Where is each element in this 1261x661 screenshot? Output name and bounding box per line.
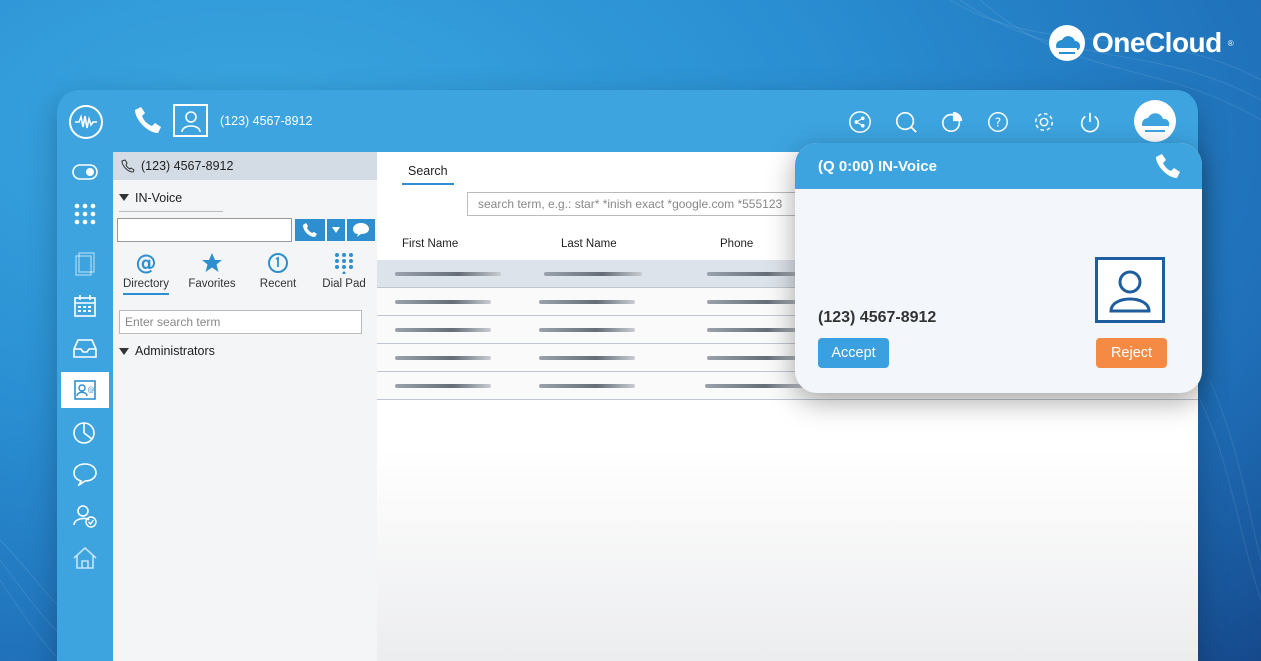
call-options-dropdown[interactable] [327,219,345,241]
chevron-down-icon [119,194,129,201]
document-icon[interactable] [61,246,109,282]
contacts-panel: (123) 4567-8912 IN-Voice @ Directory Fav… [113,152,377,661]
popup-header: (Q 0:00) IN-Voice [795,143,1202,189]
brand-logo: OneCloud ® [1048,24,1234,62]
reject-button[interactable]: Reject [1096,338,1167,368]
search-icon[interactable] [894,110,918,134]
onecloud-logo-icon [1049,25,1085,61]
column-first-name[interactable]: First Name [402,238,458,250]
star-icon [202,253,222,272]
incoming-call-popup: (Q 0:00) IN-Voice (123) 4567-8912 Accept… [795,143,1202,393]
column-last-name[interactable]: Last Name [561,238,617,250]
dialpad-icon [335,253,353,274]
panel-phone-row[interactable]: (123) 4567-8912 [113,152,377,180]
power-icon[interactable] [1078,110,1102,134]
column-phone[interactable]: Phone [720,238,753,250]
tab-search[interactable]: Search [402,162,454,185]
user-check-icon[interactable] [61,498,109,534]
caller-number: (123) 4567-8912 [818,309,937,326]
brand-trademark: ® [1227,38,1234,48]
inbox-icon[interactable] [61,330,109,366]
at-icon: @ [136,252,157,274]
caller-avatar-icon [1095,257,1165,323]
chart-icon[interactable] [61,414,109,450]
toggle-icon[interactable] [61,154,109,190]
message-button[interactable] [347,219,375,241]
help-icon[interactable]: ? [986,110,1010,134]
chevron-down-icon [332,227,340,233]
svg-text:@: @ [136,252,157,274]
user-avatar-icon[interactable] [173,104,208,137]
left-nav: @ [57,152,113,661]
dial-input[interactable] [117,218,292,242]
grid-icon[interactable] [61,196,109,232]
gear-icon[interactable] [1032,110,1056,134]
brand-name: OneCloud [1092,27,1222,58]
chevron-down-icon [119,347,129,355]
phone-icon [1156,154,1180,178]
group-administrators[interactable]: Administrators [119,344,215,358]
phone-icon[interactable] [132,104,164,136]
tab-dial-pad[interactable]: Dial Pad [311,250,377,298]
contacts-tabs: @ Directory Favorites Recent Dial Pad [113,250,377,298]
contacts-search-input[interactable]: Enter search term [119,310,362,334]
group-label: Administrators [135,344,215,358]
waveform-logo-icon[interactable] [69,105,103,139]
svg-text:@: @ [88,386,95,394]
svg-text:?: ? [995,116,1001,130]
calendar-icon[interactable] [61,288,109,324]
onecloud-logo-icon[interactable] [1134,100,1176,142]
main-search-input[interactable]: search term, e.g.: star* *inish exact *g… [467,192,807,216]
top-phone-number: (123) 4567-8912 [220,114,313,128]
accept-button[interactable]: Accept [818,338,889,368]
contacts-icon[interactable]: @ [61,372,109,408]
call-button[interactable] [295,219,325,241]
home-icon[interactable] [61,540,109,576]
panel-phone-number: (123) 4567-8912 [141,159,234,173]
tab-favorites[interactable]: Favorites [179,250,245,298]
pie-chart-icon[interactable] [940,110,964,134]
chat-icon[interactable] [61,456,109,492]
tab-directory[interactable]: @ Directory [113,250,179,298]
tab-recent[interactable]: Recent [245,250,311,298]
queue-selector[interactable]: IN-Voice [119,184,223,212]
share-icon[interactable] [848,110,872,134]
handset-icon [121,159,135,173]
queue-label: IN-Voice [135,190,183,205]
popup-title: (Q 0:00) IN-Voice [818,157,937,175]
recent-icon [268,253,288,273]
